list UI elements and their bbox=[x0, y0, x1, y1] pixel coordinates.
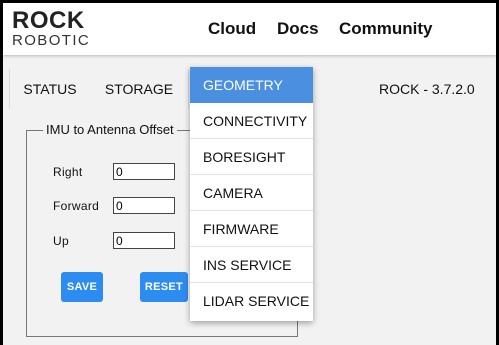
up-input[interactable] bbox=[113, 232, 175, 249]
top-header: ROCK ROBOTIC Cloud Docs Community bbox=[3, 3, 496, 55]
save-button[interactable]: SAVE bbox=[61, 272, 103, 302]
menu-item-connectivity[interactable]: CONNECTIVITY bbox=[190, 103, 313, 139]
tab-storage[interactable]: STORAGE bbox=[90, 69, 189, 109]
menu-item-geometry[interactable]: GEOMETRY bbox=[190, 67, 313, 103]
settings-dropdown-menu: GEOMETRY CONNECTIVITY BORESIGHT CAMERA F… bbox=[190, 67, 313, 321]
menu-item-boresight[interactable]: BORESIGHT bbox=[190, 139, 313, 175]
nav-cloud-link[interactable]: Cloud bbox=[208, 19, 256, 39]
right-label: Right bbox=[53, 165, 83, 179]
reset-button[interactable]: RESET bbox=[140, 272, 188, 302]
app-window: ROCK ROBOTIC Cloud Docs Community STATUS… bbox=[3, 3, 496, 345]
forward-input[interactable] bbox=[113, 197, 175, 214]
logo-text-bottom: ROBOTIC bbox=[12, 32, 91, 49]
menu-item-lidar-service[interactable]: LIDAR SERVICE bbox=[190, 283, 313, 319]
forward-label: Forward bbox=[53, 199, 100, 213]
rock-robotic-logo[interactable]: ROCK ROBOTIC bbox=[12, 7, 91, 49]
nav-docs-link[interactable]: Docs bbox=[277, 19, 319, 39]
up-label: Up bbox=[53, 234, 69, 248]
tab-status[interactable]: STATUS bbox=[9, 69, 91, 109]
menu-item-ins-service[interactable]: INS SERVICE bbox=[190, 247, 313, 283]
menu-item-camera[interactable]: CAMERA bbox=[190, 175, 313, 211]
version-label: ROCK - 3.7.2.0 bbox=[379, 81, 475, 97]
panel-title: IMU to Antenna Offset bbox=[43, 122, 177, 137]
nav-community-link[interactable]: Community bbox=[339, 19, 433, 39]
menu-item-firmware[interactable]: FIRMWARE bbox=[190, 211, 313, 247]
right-input[interactable] bbox=[113, 163, 175, 180]
logo-text-top: ROCK bbox=[12, 7, 85, 34]
